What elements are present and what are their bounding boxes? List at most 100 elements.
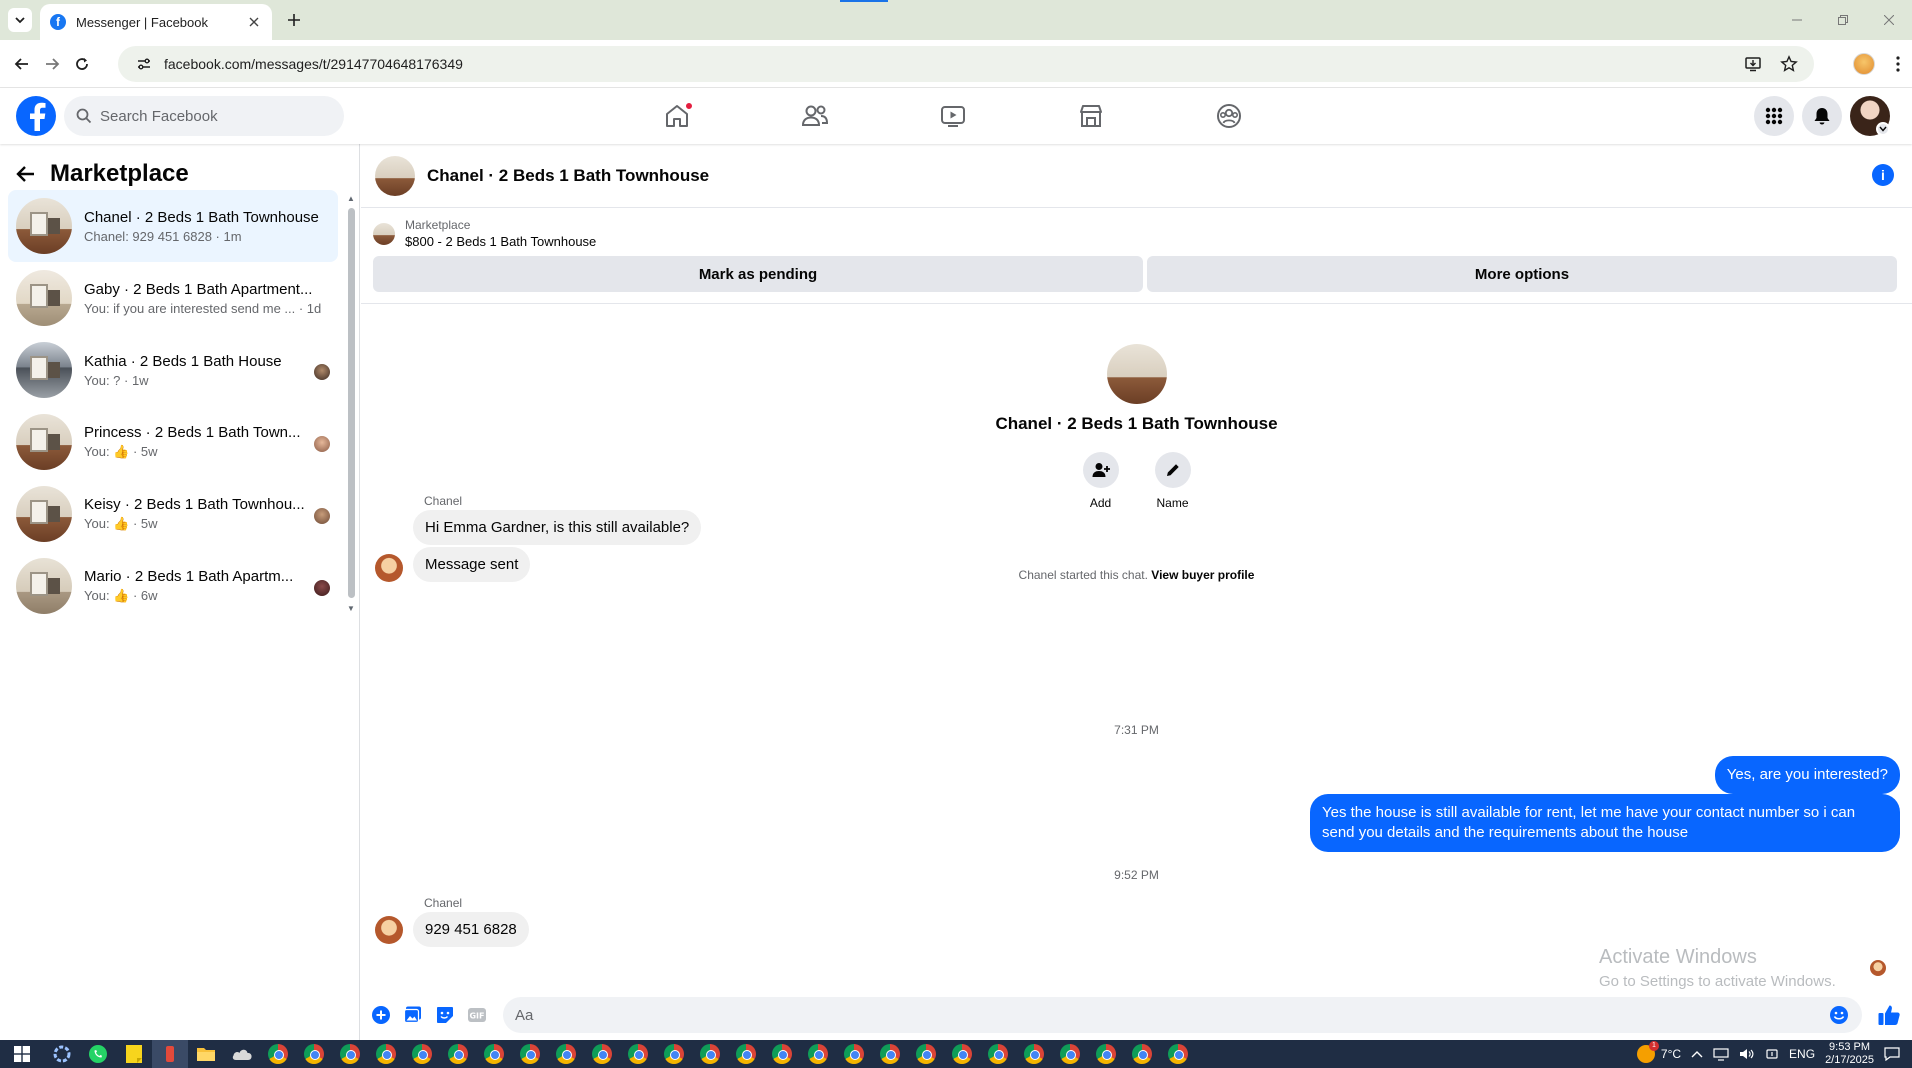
profile-extension-button[interactable] bbox=[1852, 52, 1876, 76]
message-input[interactable] bbox=[515, 1006, 1828, 1024]
taskbar-chrome-window[interactable] bbox=[1016, 1040, 1052, 1068]
taskbar-chrome-window[interactable] bbox=[584, 1040, 620, 1068]
browser-tab-messenger[interactable]: f Messenger | Facebook bbox=[40, 4, 272, 40]
menu-grid-button[interactable] bbox=[1754, 96, 1794, 136]
add-person-button[interactable] bbox=[1082, 452, 1119, 488]
taskbar-chrome-window[interactable] bbox=[980, 1040, 1016, 1068]
message-bubble-incoming[interactable]: Message sent bbox=[413, 547, 531, 582]
nav-home[interactable] bbox=[621, 92, 733, 140]
mark-as-pending-button[interactable]: Mark as pending bbox=[373, 256, 1143, 292]
taskbar-chrome-window[interactable] bbox=[656, 1040, 692, 1068]
message-bubble-outgoing[interactable]: Yes the house is still available for ren… bbox=[1310, 794, 1900, 852]
nav-friends[interactable] bbox=[759, 92, 871, 140]
back-button[interactable] bbox=[10, 52, 34, 76]
message-bubble-outgoing[interactable]: Yes, are you interested? bbox=[1714, 756, 1900, 794]
network-icon[interactable] bbox=[1713, 1047, 1729, 1061]
notifications-button[interactable] bbox=[1802, 96, 1842, 136]
tab-close-button[interactable] bbox=[246, 14, 262, 30]
message-bubble-incoming[interactable]: Hi Emma Gardner, is this still available… bbox=[413, 510, 702, 545]
restore-button[interactable] bbox=[1820, 0, 1866, 40]
taskbar-chrome-window[interactable] bbox=[944, 1040, 980, 1068]
add-person-action[interactable]: Add bbox=[1082, 452, 1119, 510]
taskbar-chrome-window[interactable] bbox=[296, 1040, 332, 1068]
address-bar[interactable]: facebook.com/messages/t/2914770464817634… bbox=[118, 46, 1814, 82]
sender-avatar[interactable] bbox=[375, 916, 403, 944]
emoji-button[interactable] bbox=[1828, 1004, 1850, 1026]
taskbar-chrome-window[interactable] bbox=[476, 1040, 512, 1068]
conversation-item[interactable]: Chanel · 2 Beds 1 Bath Townhouse Chanel:… bbox=[8, 190, 338, 262]
new-tab-button[interactable] bbox=[282, 8, 306, 32]
minimize-button[interactable] bbox=[1774, 0, 1820, 40]
taskbar-chrome-window[interactable] bbox=[332, 1040, 368, 1068]
taskbar-chrome-window[interactable] bbox=[368, 1040, 404, 1068]
conversation-item[interactable]: Keisy · 2 Beds 1 Bath Townhou... You: 👍 … bbox=[8, 478, 338, 550]
taskbar-chrome-window[interactable] bbox=[512, 1040, 548, 1068]
message-input-box[interactable] bbox=[503, 997, 1862, 1033]
input-language[interactable]: ENG bbox=[1789, 1047, 1815, 1061]
account-menu-caret[interactable] bbox=[1876, 122, 1890, 136]
listing-info[interactable]: Marketplace $800 - 2 Beds 1 Bath Townhou… bbox=[373, 218, 596, 249]
install-app-icon[interactable] bbox=[1744, 55, 1762, 73]
facebook-logo-icon[interactable] bbox=[16, 96, 56, 136]
nav-marketplace[interactable] bbox=[1035, 92, 1147, 140]
conversation-item[interactable]: Princess · 2 Beds 1 Bath Town... You: 👍 … bbox=[8, 406, 338, 478]
close-window-button[interactable] bbox=[1866, 0, 1912, 40]
taskbar-chrome-window[interactable] bbox=[404, 1040, 440, 1068]
taskbar-chrome-window[interactable] bbox=[728, 1040, 764, 1068]
taskbar-chrome-window[interactable] bbox=[1124, 1040, 1160, 1068]
taskbar-app[interactable] bbox=[224, 1040, 260, 1068]
search-input[interactable] bbox=[100, 107, 332, 125]
taskbar-chrome-window[interactable] bbox=[908, 1040, 944, 1068]
tray-chevron-up-icon[interactable] bbox=[1691, 1050, 1703, 1058]
taskbar-chrome-window[interactable] bbox=[620, 1040, 656, 1068]
conversation-item[interactable]: Mario · 2 Beds 1 Bath Apartm... You: 👍 ·… bbox=[8, 550, 338, 622]
taskbar-clock[interactable]: 9:53 PM 2/17/2025 bbox=[1825, 1041, 1874, 1067]
more-options-button[interactable]: More options bbox=[1147, 256, 1897, 292]
taskbar-app[interactable] bbox=[152, 1040, 188, 1068]
chat-title[interactable]: Chanel · 2 Beds 1 Bath Townhouse bbox=[427, 166, 709, 186]
edit-name-action[interactable]: Name bbox=[1154, 452, 1191, 510]
scroll-down-arrow-icon[interactable]: ▼ bbox=[346, 604, 356, 614]
sticker-button[interactable] bbox=[433, 1003, 457, 1027]
scroll-up-arrow-icon[interactable]: ▲ bbox=[346, 194, 356, 204]
taskbar-app[interactable] bbox=[44, 1040, 80, 1068]
edit-name-button[interactable] bbox=[1154, 452, 1191, 488]
start-button[interactable] bbox=[0, 1040, 44, 1068]
taskbar-chrome-window[interactable] bbox=[1052, 1040, 1088, 1068]
taskbar-chrome-window[interactable] bbox=[548, 1040, 584, 1068]
taskbar-chrome-window[interactable] bbox=[260, 1040, 296, 1068]
conversation-item[interactable]: Gaby · 2 Beds 1 Bath Apartment... You: i… bbox=[8, 262, 338, 334]
bookmark-star-icon[interactable] bbox=[1780, 55, 1798, 73]
nav-video[interactable] bbox=[897, 92, 1009, 140]
more-actions-button[interactable] bbox=[369, 1003, 393, 1027]
send-like-button[interactable] bbox=[1874, 1000, 1904, 1030]
sender-avatar[interactable] bbox=[375, 554, 403, 582]
notification-center-icon[interactable] bbox=[1884, 1047, 1900, 1061]
gif-button[interactable]: GIF bbox=[465, 1003, 489, 1027]
volume-icon[interactable] bbox=[1739, 1047, 1755, 1061]
nav-groups[interactable] bbox=[1173, 92, 1285, 140]
facebook-search-box[interactable] bbox=[64, 96, 344, 136]
taskbar-chrome-window[interactable] bbox=[764, 1040, 800, 1068]
message-bubble-incoming[interactable]: 929 451 6828 bbox=[413, 912, 529, 947]
view-buyer-profile-link[interactable]: View buyer profile bbox=[1151, 568, 1254, 582]
taskbar-chrome-window[interactable] bbox=[440, 1040, 476, 1068]
battery-plug-icon[interactable] bbox=[1765, 1047, 1779, 1061]
taskbar-chrome-window[interactable] bbox=[836, 1040, 872, 1068]
reload-button[interactable] bbox=[70, 52, 94, 76]
conversation-info-button[interactable]: i bbox=[1872, 164, 1894, 186]
taskbar-chrome-window[interactable] bbox=[800, 1040, 836, 1068]
scrollbar-thumb[interactable] bbox=[348, 208, 355, 598]
back-arrow-icon[interactable] bbox=[16, 164, 36, 184]
tab-search-button[interactable] bbox=[8, 8, 32, 32]
attach-photo-button[interactable] bbox=[401, 1003, 425, 1027]
weather-widget[interactable]: 1 7°C bbox=[1636, 1041, 1681, 1063]
taskbar-app[interactable] bbox=[80, 1040, 116, 1068]
taskbar-chrome-window[interactable] bbox=[1160, 1040, 1196, 1068]
forward-button[interactable] bbox=[40, 52, 64, 76]
taskbar-app[interactable] bbox=[188, 1040, 224, 1068]
taskbar-app[interactable] bbox=[116, 1040, 152, 1068]
taskbar-chrome-window[interactable] bbox=[692, 1040, 728, 1068]
sidebar-scrollbar[interactable]: ▲ ▼ bbox=[346, 194, 356, 614]
site-info-icon[interactable] bbox=[134, 54, 154, 74]
